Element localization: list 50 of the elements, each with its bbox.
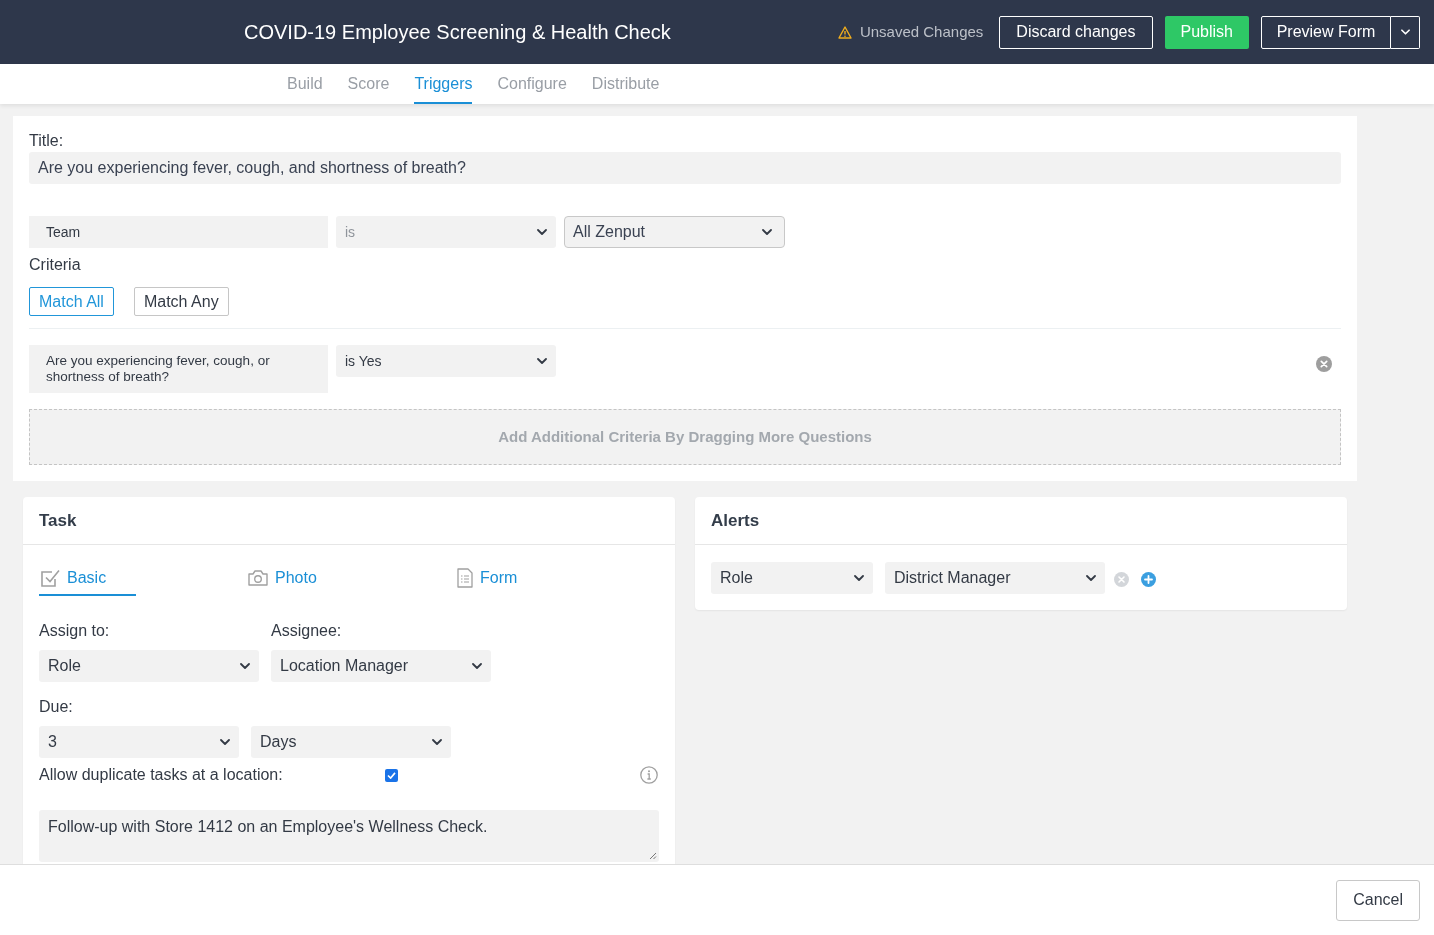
condition-select[interactable]: is Yes <box>336 345 556 377</box>
assign-to-select[interactable]: Role <box>39 650 259 682</box>
scope-value-select[interactable]: All Zenput <box>564 216 785 248</box>
preview-options-button[interactable] <box>1391 15 1420 49</box>
cancel-button[interactable]: Cancel <box>1336 879 1420 921</box>
task-type-tab[interactable]: Basic <box>39 562 136 596</box>
description-field[interactable]: Follow-up with Store 1412 on an Employee's Wellness Check. <box>39 810 659 862</box>
chevron-down-icon <box>537 358 547 364</box>
chevron-down-icon <box>472 663 482 669</box>
add-icon[interactable] <box>1141 571 1156 587</box>
due-amount-select[interactable]: 3 <box>39 726 239 758</box>
chevron-down-icon <box>1400 29 1410 35</box>
field-label: Assign to: <box>39 621 111 641</box>
assignee-select[interactable]: Location Manager <box>271 650 491 682</box>
card-heading: Alerts <box>711 509 760 532</box>
criterion-question: Are you experiencing fever, cough, or shortness of breath? <box>29 345 328 393</box>
warning-icon <box>837 25 852 39</box>
card-heading: Task <box>39 509 77 532</box>
discard-changes-button[interactable]: Discard changes <box>999 15 1153 49</box>
title-field[interactable]: Are you experiencing fever, cough, and shortness of breath? <box>29 152 1341 184</box>
task-type-tab[interactable]: Photo <box>247 562 344 596</box>
info-icon[interactable] <box>640 766 658 784</box>
chevron-down-icon <box>240 663 250 669</box>
field-label: Due: <box>39 697 74 717</box>
chevron-down-icon <box>220 739 230 745</box>
document-icon <box>457 568 473 588</box>
remove-icon[interactable] <box>1316 356 1332 372</box>
checkbox-label: Allow duplicate tasks at a location: <box>39 765 284 785</box>
field-label: Title: <box>29 131 65 151</box>
chevron-down-icon <box>1086 575 1096 581</box>
preview-form-button[interactable]: Preview Form <box>1261 15 1391 49</box>
match-toggle-button[interactable]: Match Any <box>133 287 229 316</box>
chevron-down-icon <box>762 229 772 235</box>
chevron-down-icon <box>537 229 547 235</box>
criteria-label: Criteria <box>29 255 82 275</box>
chevron-down-icon <box>432 739 442 745</box>
unsaved-changes-notice: Unsaved Changes <box>859 21 984 42</box>
scope-field: Team <box>29 216 328 248</box>
chevron-down-icon <box>854 575 864 581</box>
field-label: Assignee: <box>271 621 343 641</box>
recipient-type-select[interactable]: Role <box>711 562 873 594</box>
form-title: COVID-19 Employee Screening & Health Check <box>244 20 671 45</box>
task-type-tab[interactable]: Form <box>456 562 553 596</box>
due-unit-select[interactable]: Days <box>251 726 451 758</box>
allow-duplicates-checkbox[interactable] <box>385 768 398 782</box>
remove-icon[interactable] <box>1114 571 1129 587</box>
checkbox-tick-icon <box>40 568 60 588</box>
resize-handle-icon[interactable] <box>649 852 657 860</box>
camera-icon <box>248 570 268 586</box>
recipient-select[interactable]: District Manager <box>885 562 1105 594</box>
